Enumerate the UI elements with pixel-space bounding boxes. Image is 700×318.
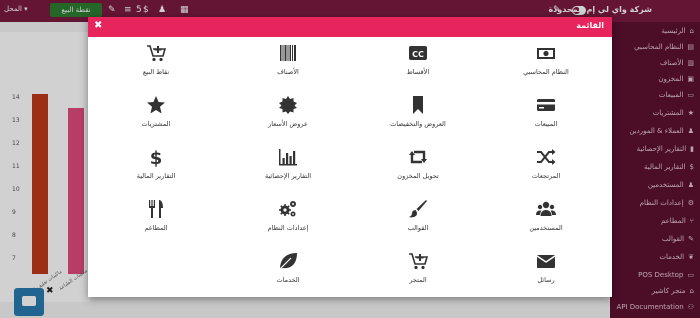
tile-templates[interactable]: القوالب [358,199,478,259]
certificate-icon [279,96,297,114]
paint-brush-icon [409,200,427,218]
tile-purchases[interactable]: المشتريات [96,95,216,155]
tile-label: المشتريات [141,120,171,128]
svg-text:CC: CC [412,50,424,59]
tile-messages[interactable]: رسائل [486,251,606,311]
bookmark-icon [413,96,423,114]
tile-stat-reports[interactable]: التقارير الإحصائية [228,147,348,207]
tile-label: القوالب [407,224,429,232]
tile-quotations[interactable]: عروض الأسعار [228,95,348,155]
tile-users[interactable]: المستخدمين [486,199,606,259]
tile-label: العروض والتخفيضات [390,120,446,128]
tile-label: المطاعم [144,224,168,232]
credit-card-icon [537,99,555,111]
tile-store[interactable]: المتجر [358,251,478,311]
cart-plus-icon [147,45,166,62]
tile-services[interactable]: الخدمات [228,251,348,311]
money-icon [537,48,555,59]
tile-returns[interactable]: المرتجعات [486,147,606,207]
cutlery-icon [149,200,163,218]
tile-label: المتجر [409,276,427,284]
tile-label: التقارير الإحصائية [264,172,312,180]
barcode-icon [280,45,296,61]
cart-plus-icon [409,253,428,270]
tile-label: المرتجعات [531,172,561,180]
tile-restaurants[interactable]: المطاعم [96,199,216,259]
svg-text:$: $ [150,148,163,167]
tile-pos[interactable]: نقاط البيع [96,43,216,103]
close-icon[interactable]: ✖ [94,20,102,31]
star-icon [147,96,165,114]
tile-label: إعدادات النظام [267,224,309,232]
tile-label: النظام المحاسبي [523,68,569,76]
tile-label: التقارير المالية [136,172,176,180]
tile-label: الأصناف [277,68,299,76]
users-icon [536,201,556,216]
tile-installments[interactable]: CC الأقساط [358,43,478,103]
cogs-icon [279,201,296,217]
modal-header: ✖ القائمة [88,17,612,37]
tile-label: تحويل المخزون [397,172,439,180]
cc-icon: CC [409,46,427,60]
dollar-icon: $ [150,148,163,167]
envelope-icon [536,255,556,268]
tile-label: المبيعات [534,120,558,128]
bar-chart-icon [279,149,297,166]
modal-title: القائمة [576,21,604,30]
tile-accounting[interactable]: النظام المحاسبي [486,43,606,103]
tile-label: الأقساط [406,68,430,76]
leaf-icon [279,253,297,270]
tile-products[interactable]: الأصناف [228,43,348,103]
tile-label: المستخدمين [529,224,563,232]
shuffle-icon [537,149,556,165]
retweet-icon [409,150,427,164]
tile-sales[interactable]: المبيعات [486,95,606,155]
tile-label: عروض الأسعار [268,120,308,128]
menu-modal: ✖ القائمة النظام المحاسبي CC الأقساط الأ… [88,17,612,297]
tile-offers[interactable]: العروض والتخفيضات [358,95,478,155]
tile-fin-reports[interactable]: $ التقارير المالية [96,147,216,207]
tile-label: الخدمات [276,276,300,284]
tile-settings[interactable]: إعدادات النظام [228,199,348,259]
tile-label: رسائل [537,276,555,284]
tile-stock-transfer[interactable]: تحويل المخزون [358,147,478,207]
tile-label: نقاط البيع [142,68,170,76]
